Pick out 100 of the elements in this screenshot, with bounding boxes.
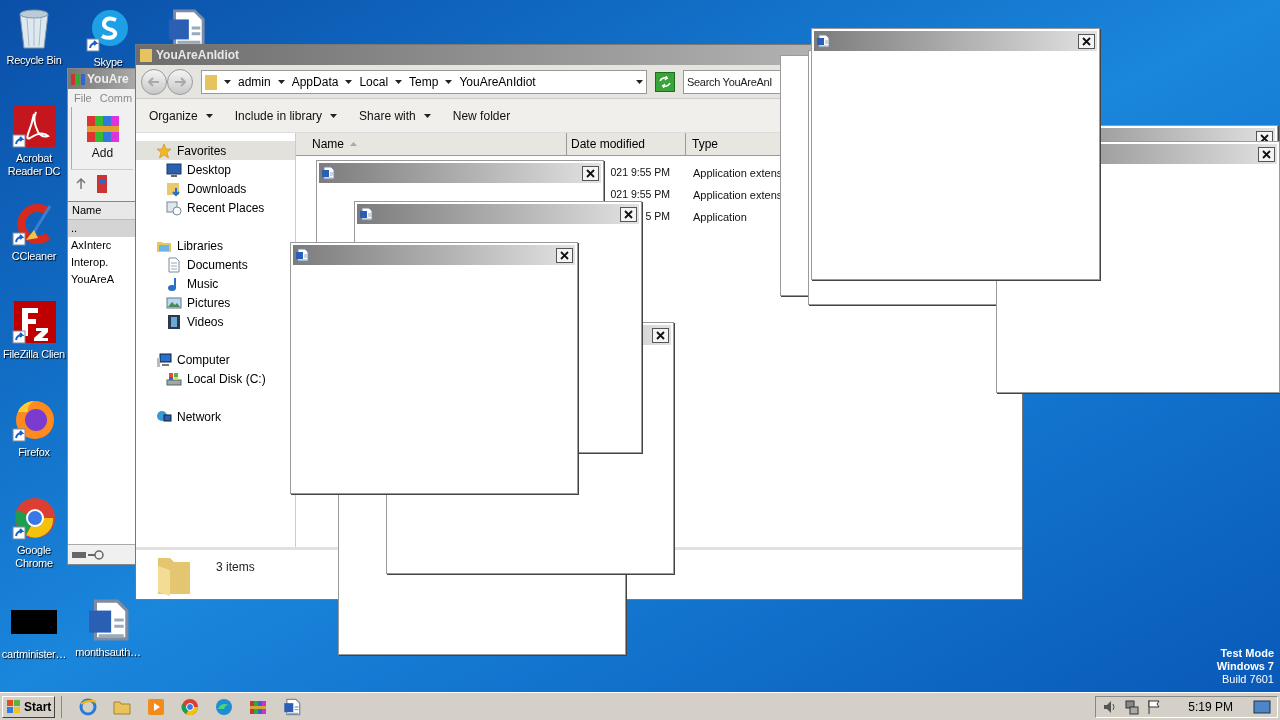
desktop-icon-label[interactable]: Firefox <box>18 446 50 459</box>
close-button[interactable] <box>620 206 637 222</box>
desktop-icon-label[interactable]: Skype <box>93 56 123 69</box>
caret-icon <box>224 79 231 84</box>
forward-arrow-icon <box>174 76 186 87</box>
nav-item[interactable]: Favorites <box>136 141 295 160</box>
system-watermark-text: Windows 7 <box>1216 660 1274 673</box>
nav-item[interactable]: Network <box>136 407 295 426</box>
up-arrow-icon[interactable] <box>75 177 87 190</box>
folder-icon <box>140 48 152 62</box>
desktop-icon-label[interactable]: Recycle Bin <box>6 54 62 67</box>
star-icon <box>156 142 172 159</box>
refresh-button[interactable] <box>655 71 675 92</box>
archive-icon <box>85 114 120 144</box>
file-row[interactable]: .. <box>68 220 136 237</box>
toolbar-button[interactable]: New folder <box>452 106 511 125</box>
archive-icon <box>71 72 85 86</box>
computer-icon <box>156 351 172 368</box>
desktop-icon-label[interactable]: FileZilla Clien <box>3 348 65 361</box>
breadcrumb-item[interactable]: admin <box>238 72 271 91</box>
address-bar[interactable]: admin AppData Local Temp YouAreAnIdiot <box>201 69 647 94</box>
type-cell-text: Application <box>693 209 747 225</box>
nav-item[interactable]: Local Disk (C:) <box>136 369 295 388</box>
pdf-app-icon <box>12 104 56 148</box>
desktop-icon-label[interactable]: monthsauth… <box>75 646 141 659</box>
window-title: YouAreAnIdiot <box>156 47 240 64</box>
browser-icon[interactable] <box>181 697 200 716</box>
document-icon <box>295 248 309 262</box>
document-icon <box>283 697 302 716</box>
column-header[interactable]: Name <box>68 202 136 220</box>
date-cell: 5 PM <box>645 209 670 225</box>
close-icon <box>586 168 595 178</box>
column-header[interactable]: Name <box>296 133 567 155</box>
caret-icon <box>636 79 643 84</box>
caret-icon <box>345 79 353 84</box>
back-arrow-icon <box>148 76 160 87</box>
toolbar-button[interactable]: Share with <box>359 106 431 125</box>
monitor-icon <box>166 161 182 178</box>
close-icon <box>560 250 569 260</box>
chat-app-icon <box>86 8 130 52</box>
breadcrumb-item[interactable]: Temp <box>409 72 439 91</box>
nav-item[interactable]: Documents <box>136 255 295 274</box>
start-button[interactable]: Start <box>2 695 56 718</box>
toolbar-button[interactable]: Organize <box>149 106 213 125</box>
desktop-icon-label[interactable]: Google Chrome <box>0 544 68 570</box>
close-icon <box>656 330 665 340</box>
show-desktop-icon[interactable] <box>1253 699 1271 714</box>
close-icon <box>624 209 633 219</box>
close-button[interactable] <box>652 327 669 343</box>
caret-icon <box>277 79 285 84</box>
browser-icon <box>12 398 56 442</box>
close-icon <box>1262 149 1271 159</box>
nav-item[interactable]: Computer <box>136 350 295 369</box>
download-folder-icon <box>166 180 182 197</box>
clock: 5:19 PM <box>1188 698 1233 716</box>
file-row[interactable]: YouAreA <box>68 271 136 288</box>
close-icon <box>1260 133 1269 143</box>
close-button[interactable] <box>556 247 573 263</box>
document-icon <box>321 166 335 180</box>
browser-icon[interactable] <box>79 697 98 716</box>
network-icon <box>156 408 172 425</box>
nav-item[interactable]: Music <box>136 274 295 293</box>
file-row[interactable]: AxInterc <box>68 237 136 254</box>
flag-icon[interactable] <box>1146 698 1163 715</box>
close-button[interactable] <box>1258 146 1275 162</box>
window-title: YouAre <box>87 71 129 88</box>
document-icon <box>86 598 130 642</box>
browser-icon <box>12 496 56 540</box>
caret-icon <box>395 79 403 84</box>
nav-item[interactable]: Videos <box>136 312 295 331</box>
nav-item[interactable]: Downloads <box>136 179 295 198</box>
film-icon <box>166 313 182 330</box>
desktop-icon-label[interactable]: CCleaner <box>11 250 57 263</box>
nav-item[interactable]: Pictures <box>136 293 295 312</box>
breadcrumb-item[interactable]: Local <box>359 72 389 91</box>
document-icon <box>359 207 373 221</box>
refresh-icon <box>658 75 672 88</box>
desktop-icon-label[interactable]: Acrobat Reader DC <box>0 152 68 178</box>
add-button[interactable]: Add <box>85 114 120 162</box>
network-icon[interactable] <box>1124 698 1141 715</box>
nav-item[interactable]: Libraries <box>136 236 295 255</box>
toolbar-button[interactable]: Include in library <box>234 106 338 125</box>
close-button[interactable] <box>582 165 599 181</box>
column-header[interactable]: Date modified <box>567 133 686 155</box>
date-cell: 021 9:55 PM <box>610 165 670 181</box>
close-button[interactable] <box>1078 33 1095 49</box>
file-row[interactable]: Interop. <box>68 254 136 271</box>
breadcrumb-item[interactable]: AppData <box>291 72 339 91</box>
document-icon <box>816 34 830 48</box>
caret-icon <box>445 79 453 84</box>
archive-icon <box>97 174 107 193</box>
date-cell: 021 9:55 PM <box>610 187 670 203</box>
document-icon <box>166 256 182 273</box>
nav-item[interactable]: Recent Places <box>136 198 295 217</box>
drive-icon <box>166 370 182 387</box>
breadcrumb-item[interactable]: YouAreAnIdiot <box>459 72 536 91</box>
nav-item[interactable]: Desktop <box>136 160 295 179</box>
picture-icon <box>166 294 182 311</box>
key-icon <box>88 549 104 560</box>
desktop-icon-label[interactable]: cartminister… <box>1 648 67 661</box>
